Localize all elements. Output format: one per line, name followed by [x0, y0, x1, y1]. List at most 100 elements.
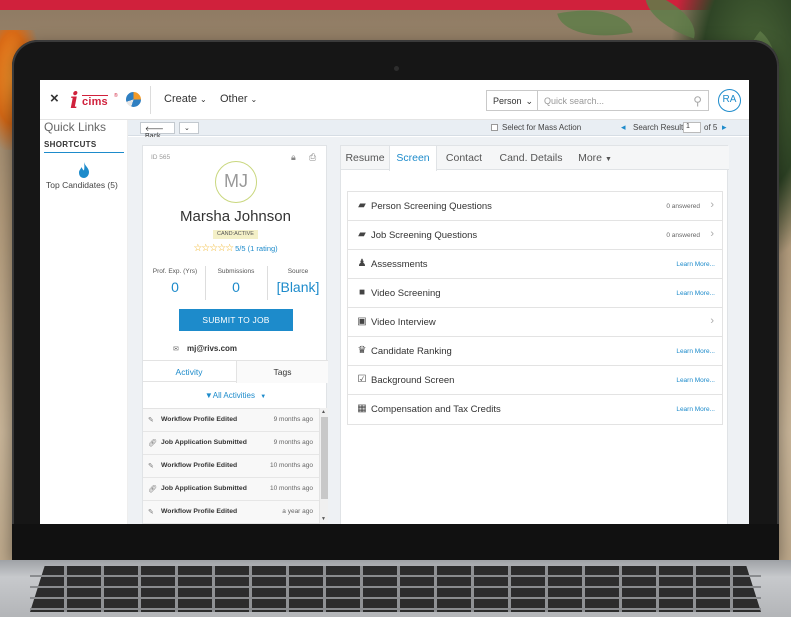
activity-title: Job Application Submitted — [161, 439, 247, 446]
lock-icon[interactable]: 🔒︎ — [291, 152, 296, 163]
stat-label: Source — [287, 268, 309, 275]
candidate-email[interactable]: mj@rivs.com — [187, 344, 237, 353]
submit-to-job-button[interactable]: SUBMIT TO JOB — [179, 309, 293, 331]
tab-screen[interactable]: Screen — [389, 146, 437, 171]
learn-more-link[interactable]: Learn More... — [676, 261, 715, 268]
status-badge: CAND:ACTIVE — [213, 230, 258, 239]
folder-icon: ▰ — [358, 200, 366, 211]
screening-row-video-interview[interactable]: ▣ Video Interview › — [348, 308, 722, 337]
tab-activity[interactable]: Activity — [143, 361, 235, 383]
caret-down-icon: ▼ — [260, 394, 267, 400]
laptop-key-rows — [30, 566, 761, 612]
assessment-icon: ♟ — [357, 258, 367, 269]
create-menu[interactable]: Create ⌄ — [164, 93, 207, 105]
list-item[interactable]: 🔗︎ Job Application Submitted 9 months ag… — [143, 432, 319, 455]
back-button[interactable]: 🡐 Back — [140, 122, 175, 140]
calculator-icon: ▦ — [357, 403, 367, 414]
list-item[interactable]: ✎ Workflow Profile Edited a year ago — [143, 501, 319, 524]
candidate-avatar: MJ — [215, 161, 257, 203]
tab-resume[interactable]: Resume — [341, 146, 389, 170]
screening-row-person-questions[interactable]: ▰ Person Screening Questions 0 answered … — [348, 192, 722, 221]
chevron-right-icon[interactable]: › — [710, 199, 714, 211]
list-item[interactable]: ✎ Workflow Profile Edited 10 months ago — [143, 455, 319, 478]
screening-row-assessments[interactable]: ♟ Assessments Learn More... — [348, 250, 722, 279]
activity-title: Job Application Submitted — [161, 485, 247, 492]
mass-action-label: Select for Mass Action — [502, 123, 582, 132]
top-candidates-link[interactable]: Top Candidates (5) — [46, 180, 118, 190]
screening-row-job-questions[interactable]: ▰ Job Screening Questions 0 answered › — [348, 221, 722, 250]
chevron-right-icon[interactable]: › — [710, 228, 714, 240]
stat-label: Prof. Exp. (Yrs) — [152, 268, 198, 275]
learn-more-link[interactable]: Learn More... — [676, 406, 715, 413]
tab-more[interactable]: More ▼ — [571, 146, 619, 170]
result-total-label: of 5 — [704, 123, 718, 132]
screening-row-candidate-ranking[interactable]: ♛ Candidate Ranking Learn More... — [348, 337, 722, 366]
mass-action-checkbox[interactable] — [491, 124, 498, 131]
next-result-icon[interactable]: ▸ — [722, 122, 727, 133]
create-menu-label: Create — [164, 93, 198, 105]
screening-row-label: Job Screening Questions — [371, 230, 478, 241]
chevron-right-icon[interactable]: › — [710, 315, 714, 327]
stat-value: [Blank] — [276, 279, 320, 295]
activity-filter[interactable]: ▼All Activities ▼ — [143, 391, 328, 400]
icims-logo[interactable]: i cims ® — [70, 88, 118, 114]
activity-scrollbar[interactable]: ▲ ▼ — [319, 408, 328, 524]
video-camera-icon: ■ — [358, 287, 366, 298]
learn-more-link[interactable]: Learn More... — [676, 290, 715, 297]
candidate-rating[interactable]: ☆☆☆☆☆ 5/5 (1 rating) — [143, 243, 328, 254]
app-switcher-icon[interactable] — [126, 92, 141, 107]
candidate-card: ID 565 🔒︎ ⎙ MJ Marsha Johnson CAND:ACTIV… — [142, 145, 328, 524]
print-icon[interactable]: ⎙ — [309, 152, 316, 163]
activity-date: a year ago — [282, 508, 313, 515]
record-tabs: Resume Screen Contact Cand. Details More… — [341, 146, 729, 171]
activity-tabs: Activity Tags — [143, 360, 328, 383]
activity-date: 9 months ago — [273, 439, 313, 446]
close-icon[interactable]: × — [50, 90, 59, 107]
stat-value: 0 — [232, 279, 240, 295]
learn-more-link[interactable]: Learn More... — [676, 377, 715, 384]
quick-search-input[interactable]: Quick search... ⚲ — [537, 90, 709, 111]
user-avatar[interactable]: RA — [718, 89, 741, 112]
chevron-down-icon: ⌄ — [184, 125, 190, 132]
chevron-down-icon: ⌄ — [200, 95, 207, 104]
candidate-id: ID 565 — [151, 154, 171, 161]
quick-links-sidebar: Quick Links SHORTCUTS Top Candidates (5) — [40, 120, 128, 524]
screening-row-compensation[interactable]: ▦ Compensation and Tax Credits Learn Mor… — [348, 395, 722, 424]
list-item[interactable]: ✎ Workflow Profile Edited 9 months ago — [143, 409, 319, 432]
activity-list: ✎ Workflow Profile Edited 9 months ago 🔗… — [143, 408, 319, 524]
screening-row-label: Compensation and Tax Credits — [371, 404, 501, 415]
activity-title: Workflow Profile Edited — [161, 462, 238, 469]
app-screen: × i cims ® Create ⌄ Other ⌄ Person ⌄ Quick … — [40, 80, 749, 524]
result-page-input[interactable]: 1 — [683, 122, 701, 133]
activity-title: Workflow Profile Edited — [161, 416, 238, 423]
scroll-down-icon[interactable]: ▼ — [321, 516, 326, 522]
screening-row-label: Video Screening — [371, 288, 441, 299]
logo-text: cims — [82, 95, 108, 108]
learn-more-link[interactable]: Learn More... — [676, 348, 715, 355]
laptop-camera — [394, 66, 399, 71]
edit-icon: ✎ — [148, 509, 154, 516]
flame-icon[interactable] — [78, 162, 90, 178]
tab-tags[interactable]: Tags — [236, 361, 328, 383]
previous-result-icon[interactable]: ◂ — [621, 122, 626, 133]
screening-row-video-screening[interactable]: ■ Video Screening Learn More... — [348, 279, 722, 308]
screening-row-label: Video Interview — [371, 317, 436, 328]
tab-cand-details[interactable]: Cand. Details — [491, 146, 571, 170]
search-icon[interactable]: ⚲ — [693, 94, 702, 108]
logo-registered-mark: ® — [114, 93, 118, 99]
scrollbar-thumb[interactable] — [321, 417, 328, 499]
screening-row-background-screen[interactable]: ☑ Background Screen Learn More... — [348, 366, 722, 395]
other-menu[interactable]: Other ⌄ — [220, 93, 257, 105]
rating-text: 5/5 (1 rating) — [235, 244, 278, 253]
logo-i: i — [70, 88, 79, 114]
star-rating-icon[interactable]: ☆☆☆☆☆ — [193, 243, 234, 254]
list-item[interactable]: 🔗︎ Job Application Submitted 10 months a… — [143, 478, 319, 501]
candidate-name: Marsha Johnson — [180, 208, 291, 225]
tab-contact[interactable]: Contact — [439, 146, 489, 170]
toolbar-dropdown-button[interactable]: ⌄ — [179, 122, 199, 134]
scroll-up-icon[interactable]: ▲ — [321, 409, 326, 415]
search-type-select[interactable]: Person ⌄ — [486, 90, 537, 111]
stat-value: 0 — [171, 279, 179, 295]
paperclip-icon: 🔗︎ — [148, 440, 157, 447]
activity-filter-label: All Activities — [212, 391, 255, 400]
